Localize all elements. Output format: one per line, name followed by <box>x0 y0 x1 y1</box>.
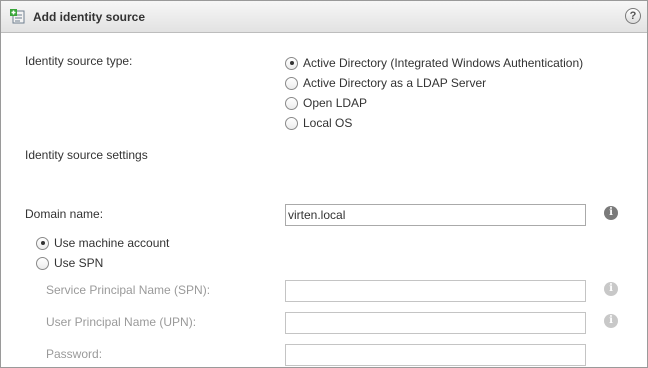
upn-label: User Principal Name (UPN): <box>46 315 197 329</box>
radio-button-selected[interactable] <box>285 56 298 70</box>
radio-button[interactable] <box>36 256 49 270</box>
radio-label: Use machine account <box>54 236 170 250</box>
spn-input[interactable] <box>285 280 586 302</box>
radio-active-directory-iwa[interactable]: Active Directory (Integrated Windows Aut… <box>285 55 583 71</box>
radio-button[interactable] <box>285 76 298 90</box>
help-icon[interactable]: ? <box>625 8 641 24</box>
radio-label: Local OS <box>303 116 353 130</box>
radio-use-spn[interactable]: Use SPN <box>36 255 103 271</box>
identity-source-type-label: Identity source type: <box>25 54 133 68</box>
radio-local-os[interactable]: Local OS <box>285 115 352 131</box>
info-icon[interactable]: i <box>604 314 618 328</box>
radio-active-directory-ldap[interactable]: Active Directory as a LDAP Server <box>285 75 486 91</box>
spn-label: Service Principal Name (SPN): <box>46 283 211 297</box>
dialog-titlebar: Add identity source ? <box>1 1 647 33</box>
radio-use-machine-account[interactable]: Use machine account <box>36 235 169 251</box>
radio-button[interactable] <box>285 96 298 110</box>
password-label: Password: <box>46 347 103 361</box>
radio-label: Use SPN <box>54 256 104 270</box>
identity-source-settings-heading: Identity source settings <box>25 148 148 162</box>
radio-button[interactable] <box>285 116 298 130</box>
radio-button-selected[interactable] <box>36 236 49 250</box>
domain-name-input[interactable] <box>285 204 586 226</box>
dialog-title: Add identity source <box>33 10 146 24</box>
radio-label: Active Directory (Integrated Windows Aut… <box>303 56 584 70</box>
radio-label: Active Directory as a LDAP Server <box>303 76 487 90</box>
radio-open-ldap[interactable]: Open LDAP <box>285 95 367 111</box>
domain-name-label: Domain name: <box>25 207 104 221</box>
info-icon[interactable]: i <box>604 282 618 296</box>
add-identity-source-icon <box>10 9 26 25</box>
info-icon[interactable]: i <box>604 206 618 220</box>
upn-input[interactable] <box>285 312 586 334</box>
radio-label: Open LDAP <box>303 96 368 110</box>
add-identity-source-dialog: Add identity source ? Identity source ty… <box>0 0 648 368</box>
password-input[interactable] <box>285 344 586 366</box>
